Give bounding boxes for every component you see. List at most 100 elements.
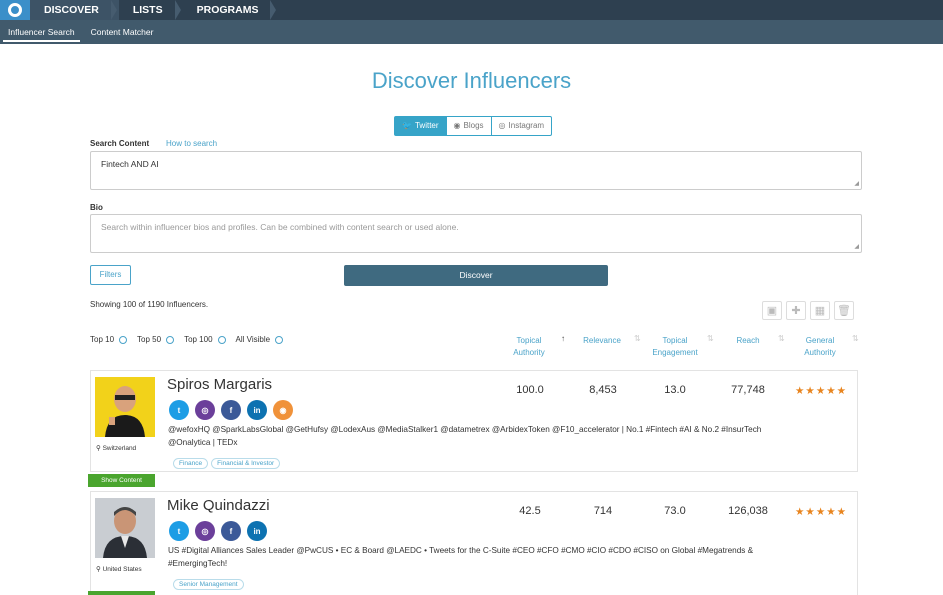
influencer-card: ⚲ Switzerland Spiros Margaris t ◎ f in ◉… (90, 370, 858, 472)
nav-programs[interactable]: PROGRAMS (183, 0, 279, 20)
general-authority-stars: ★★★★★ (795, 385, 848, 397)
all-visible-label: All Visible (235, 335, 271, 344)
col-topical-engagement[interactable]: Topical Engagement (645, 335, 705, 359)
twitter-icon: 🐦 (402, 121, 412, 130)
save-icon[interactable]: ▣ (762, 301, 782, 320)
bio-placeholder: Search within influencer bios and profil… (101, 222, 459, 232)
linkedin-icon[interactable]: in (247, 400, 267, 420)
location: ⚲ Switzerland (96, 444, 136, 452)
discover-button[interactable]: Discover (344, 265, 608, 286)
avatar[interactable] (95, 498, 155, 558)
social-links: t ◎ f in ◉ (169, 400, 293, 420)
platform-blogs-button[interactable]: ◉ Blogs (447, 117, 492, 135)
rss-icon: ◉ (453, 121, 461, 130)
facebook-icon[interactable]: f (221, 521, 241, 541)
col-line: Authority (513, 348, 545, 357)
add-icon[interactable]: ✚ (786, 301, 806, 320)
top-nav: DISCOVER LISTS PROGRAMS (0, 0, 943, 20)
top-100-filter[interactable]: Top 100 (184, 335, 226, 344)
location-text: Switzerland (102, 445, 137, 452)
relevance-value: 714 (593, 505, 613, 517)
rss-icon[interactable]: ◉ (273, 400, 293, 420)
col-general-authority[interactable]: General Authority (796, 335, 844, 359)
all-visible-filter[interactable]: All Visible (236, 335, 284, 344)
instagram-icon: ◎ (498, 121, 506, 130)
sort-icon[interactable]: ⇅ (778, 334, 785, 343)
top-10-filter[interactable]: Top 10 (90, 335, 128, 344)
location-pin-icon: ⚲ (96, 566, 101, 573)
col-relevance[interactable]: Relevance (575, 335, 629, 347)
radio-icon[interactable] (166, 335, 175, 344)
nav-lists[interactable]: LISTS (119, 0, 183, 20)
sub-nav: Influencer Search Content Matcher (0, 20, 943, 44)
influencer-name[interactable]: Mike Quindazzi (167, 497, 270, 514)
col-line: Topical (662, 336, 688, 345)
general-authority-stars: ★★★★★ (795, 506, 848, 518)
platform-instagram-label: Instagram (508, 121, 545, 130)
col-line: Reach (736, 336, 760, 345)
reach-value: 126,038 (728, 505, 768, 517)
tab-content-matcher[interactable]: Content Matcher (83, 20, 162, 44)
col-line: General (805, 336, 835, 345)
topical-authority-value: 100.0 (516, 384, 544, 396)
instagram-icon[interactable]: ◎ (195, 400, 215, 420)
tag[interactable]: Senior Management (173, 579, 244, 590)
nav-discover[interactable]: DISCOVER (30, 0, 119, 20)
platform-twitter-button[interactable]: 🐦 Twitter (395, 117, 447, 135)
sort-icon[interactable]: ⇅ (852, 334, 859, 343)
reach-value: 77,748 (731, 384, 765, 396)
sort-desc-icon[interactable]: ↑ (561, 334, 565, 343)
col-line: Authority (804, 348, 836, 357)
sort-icon[interactable]: ⇅ (707, 334, 714, 343)
linkedin-icon[interactable]: in (247, 521, 267, 541)
how-to-search-link[interactable]: How to search (166, 139, 217, 148)
twitter-icon[interactable]: t (169, 400, 189, 420)
platform-toggle: 🐦 Twitter ◉ Blogs ◎ Instagram (394, 116, 553, 136)
filters-button[interactable]: Filters (90, 265, 131, 285)
location: ⚲ United States (96, 565, 142, 573)
bio-label: Bio (90, 203, 103, 212)
list-tools: ▣ ✚ ▦ 🗑 (762, 301, 854, 320)
influencer-bio: US #Digital Alliances Sales Leader @PwCU… (168, 546, 754, 568)
resize-handle-icon[interactable]: ◢ (854, 243, 859, 250)
logo-ring-icon (8, 3, 22, 17)
col-topical-authority[interactable]: Topical Authority (503, 335, 555, 359)
instagram-icon[interactable]: ◎ (195, 521, 215, 541)
page-title: Discover Influencers (371, 68, 572, 93)
person-photo-icon (95, 377, 155, 437)
results-count: Showing 100 of 1190 Influencers. (90, 300, 209, 309)
avatar[interactable] (95, 377, 155, 437)
table-icon[interactable]: ▦ (810, 301, 830, 320)
top-50-filter[interactable]: Top 50 (137, 335, 175, 344)
tag[interactable]: Financial & Investor (211, 458, 281, 469)
tag-list: Finance Financial & Investor (173, 458, 281, 469)
relevance-value: 8,453 (589, 384, 617, 396)
col-line: Relevance (583, 336, 621, 345)
col-reach[interactable]: Reach (725, 335, 771, 347)
app-logo[interactable] (0, 0, 30, 20)
platform-instagram-button[interactable]: ◎ Instagram (492, 117, 552, 135)
show-content-button-partial[interactable] (88, 591, 155, 595)
search-content-value: Fintech AND AI (101, 159, 159, 169)
resize-handle-icon[interactable]: ◢ (854, 180, 859, 187)
search-content-input[interactable]: Fintech AND AI ◢ (90, 151, 862, 190)
tab-influencer-search[interactable]: Influencer Search (0, 20, 83, 44)
tag[interactable]: Finance (173, 458, 209, 469)
radio-icon[interactable] (217, 335, 226, 344)
social-links: t ◎ f in (169, 521, 267, 541)
tag-list: Senior Management (173, 579, 244, 590)
col-line: Topical (516, 336, 542, 345)
influencer-name[interactable]: Spiros Margaris (167, 376, 272, 393)
location-text: United States (102, 566, 142, 573)
show-content-button[interactable]: Show Content (88, 474, 155, 487)
platform-blogs-label: Blogs (463, 121, 484, 130)
trash-icon[interactable]: 🗑 (834, 301, 854, 320)
twitter-icon[interactable]: t (169, 521, 189, 541)
top-50-label: Top 50 (137, 335, 162, 344)
radio-icon[interactable] (275, 335, 284, 344)
sort-icon[interactable]: ⇅ (634, 334, 641, 343)
radio-icon[interactable] (119, 335, 128, 344)
facebook-icon[interactable]: f (221, 400, 241, 420)
location-pin-icon: ⚲ (96, 445, 101, 452)
bio-input[interactable]: Search within influencer bios and profil… (90, 214, 862, 253)
